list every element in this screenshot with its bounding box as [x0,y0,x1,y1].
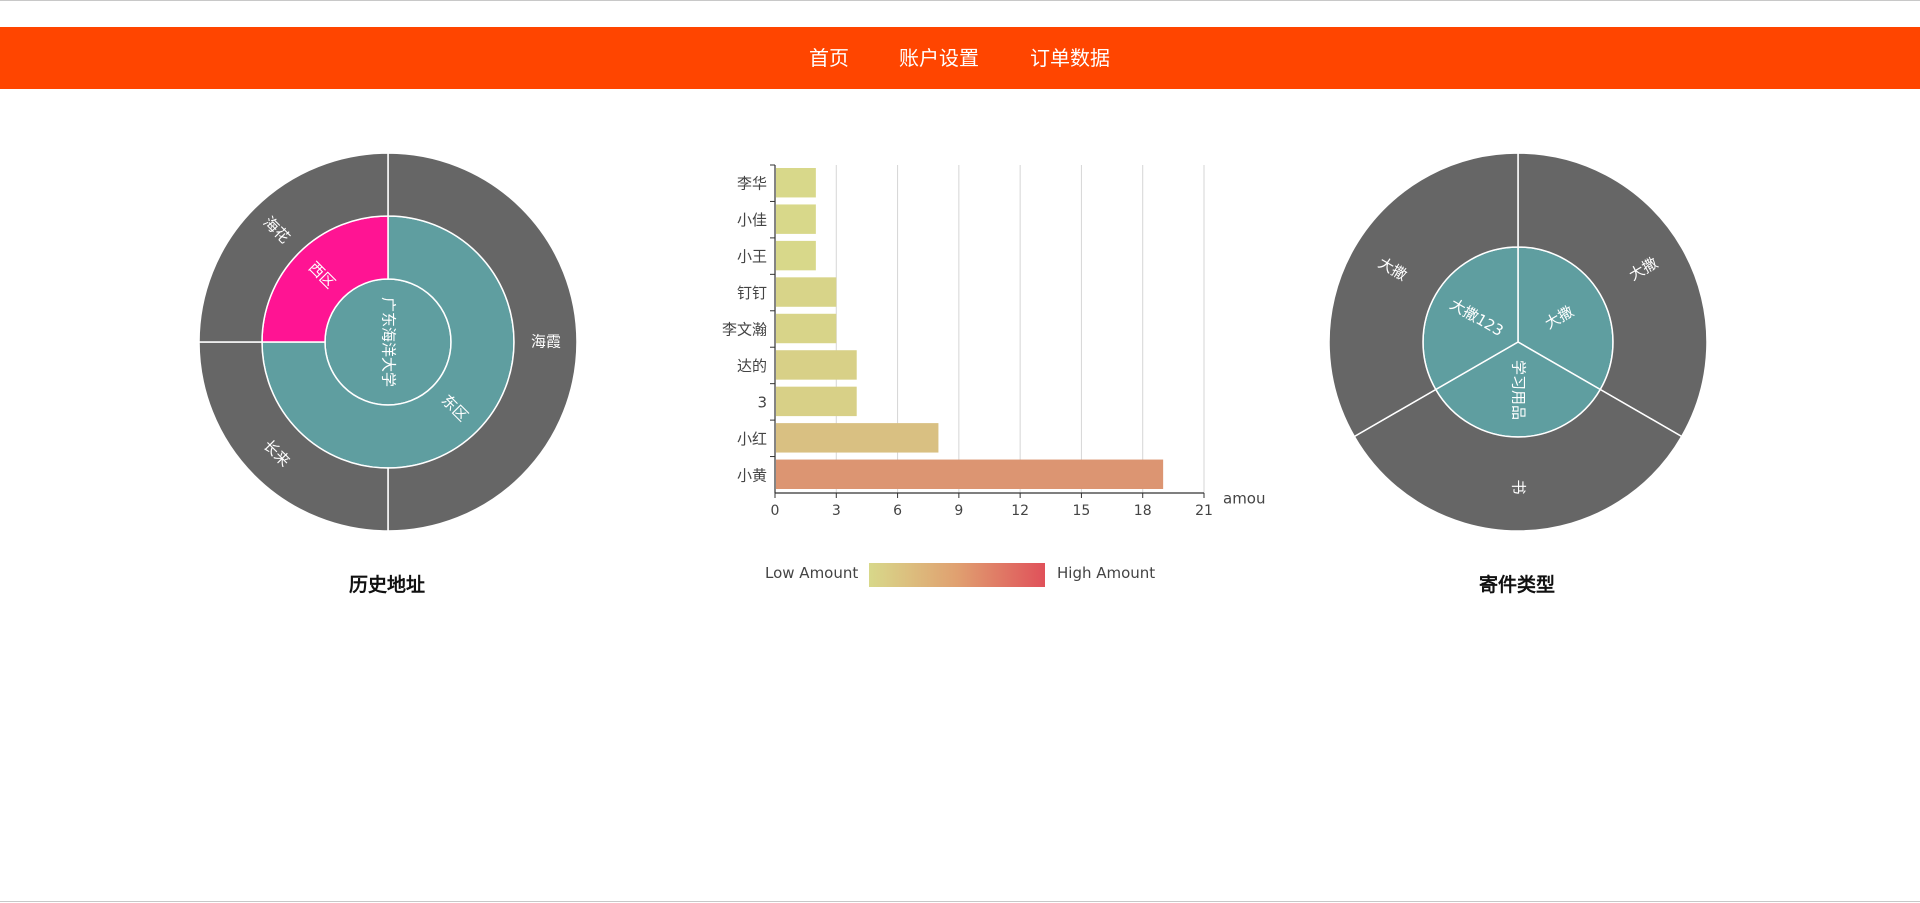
x-tick-label: 21 [1195,503,1213,519]
x-tick-label: 12 [1011,503,1029,519]
y-category-label: 李文瀚 [722,321,767,339]
sunburst-slice-haihua[interactable] [198,152,389,343]
nav-order-data-link[interactable]: 订单数据 [1030,27,1110,89]
y-category-label: 小红 [737,430,767,448]
bar[interactable] [776,168,816,198]
x-tick-label: 15 [1073,503,1091,519]
sunburst-slice-outer-dasa-b[interactable] [1328,152,1519,438]
shipping-type-chart-title: 寄件类型 [1478,574,1555,596]
x-tick-label: 6 [893,503,902,519]
y-category-label: 3 [757,393,767,411]
sunburst-label-outer-dasa-a: 大撒 [1626,254,1661,285]
y-category-label: 小佳 [737,211,767,229]
sunburst-slice-west-district[interactable] [261,215,389,343]
bar[interactable] [776,386,857,417]
sunburst-slice-east-district[interactable] [261,215,515,469]
nav-home-link[interactable]: 首页 [809,27,849,89]
top-navbar: 首页 账户设置 订单数据 [0,27,1920,89]
amount-color-legend-bar[interactable] [869,563,1045,587]
sunburst-label-dasa123: 大撒123 [1447,295,1507,340]
x-tick-label: 18 [1134,503,1152,519]
sunburst-slice-dasa123[interactable] [1422,246,1519,391]
history-address-chart-title: 历史地址 [348,574,425,596]
bar[interactable] [776,204,816,234]
x-tick-label: 0 [771,503,780,519]
top-border [0,0,1920,1]
bar[interactable] [776,350,857,380]
bar[interactable] [776,277,837,307]
y-category-label: 小黄 [737,466,767,484]
sunburst-label-outer-dasa-b: 大撒 [1375,254,1410,285]
y-category-label: 李华 [737,175,767,193]
amount-bar-chart: 0 3 6 9 12 15 18 21 李华小佳小王钉钉李文瀚达的 3 小红小黄 amou [722,164,1266,519]
sunburst-slice-inner-dasa[interactable] [1517,246,1614,391]
sunburst-slice-changlai[interactable] [198,341,389,532]
shipping-type-sunburst-chart: 大撒学习用品 大撒123 大撒书 大撒 [1328,152,1708,532]
bar[interactable] [776,459,1164,489]
sunburst-label-west-district: 西区 [305,258,339,292]
sunburst-slice-outer-dasa-a[interactable] [1517,152,1708,438]
y-category-label: 达的 [737,357,767,375]
x-tick-label: 3 [832,503,841,519]
sunburst-label-haihua: 海花 [260,213,294,247]
sunburst-label-east-district: 东区 [438,391,472,425]
x-tick-label: 9 [954,503,963,519]
sunburst-label-study-supplies: 学习用品 [1510,360,1528,420]
nav-account-settings-link[interactable]: 账户设置 [899,27,979,89]
bar[interactable] [776,240,816,271]
sunburst-label-haixia: 海霞 [531,333,561,351]
history-address-sunburst-chart: 广东海洋大学东区 西区海霞长来 海花 [198,152,578,532]
bar[interactable] [776,313,837,344]
sunburst-slice-book[interactable] [1353,388,1683,532]
bar[interactable] [776,423,939,453]
legend-low-amount-label: Low Amount [765,564,859,582]
y-category-label: 小王 [737,248,767,266]
sunburst-label-gdou: 广东海洋大学 [380,297,398,387]
sunburst-label-book: 书 [1510,479,1528,494]
sunburst-slice-haixia[interactable] [387,152,578,532]
sunburst-inner-slice[interactable] [324,278,452,406]
sunburst-label-inner-dasa: 大撒 [1542,302,1577,333]
bottom-border [0,901,1920,902]
legend-high-amount-label: High Amount [1057,564,1156,582]
sunburst-slice-study-supplies[interactable] [1434,341,1602,438]
y-category-label: 钉钉 [737,284,767,302]
x-axis-label: amou [1223,490,1266,508]
sunburst-label-changlai: 长来 [260,436,294,470]
